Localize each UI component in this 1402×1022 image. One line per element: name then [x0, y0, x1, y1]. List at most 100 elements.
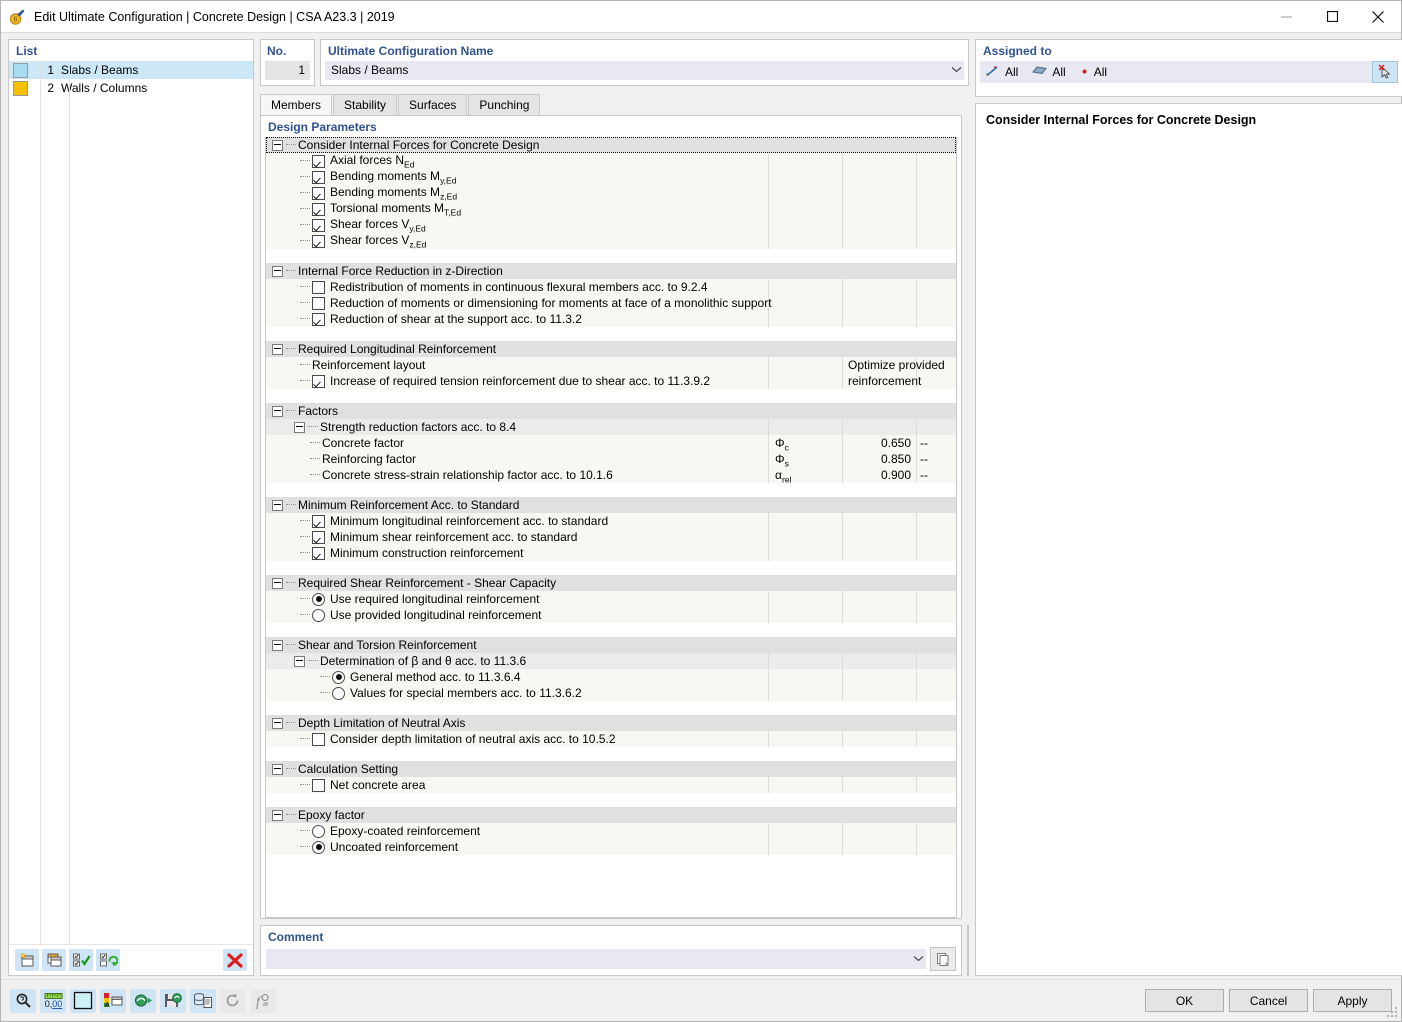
legend-button[interactable]: A	[100, 988, 126, 1013]
radio-button[interactable]	[312, 608, 325, 622]
checkbox[interactable]	[312, 374, 325, 388]
collapse-icon[interactable]	[272, 405, 283, 417]
checkbox[interactable]	[312, 218, 325, 232]
tree-group-header[interactable]: Internal Force Reduction in z-Direction	[266, 263, 956, 279]
tree-item-value[interactable]: 0.650	[842, 435, 911, 451]
tab-stability[interactable]: Stability	[333, 94, 398, 115]
ok-button[interactable]: OK	[1145, 989, 1224, 1012]
tree-group-header[interactable]: Required Shear Reinforcement - Shear Cap…	[266, 575, 956, 591]
tree-checkbox-row[interactable]: Consider depth limitation of neutral axi…	[266, 731, 956, 747]
collapse-icon[interactable]	[272, 265, 283, 277]
delete-configuration-button[interactable]	[223, 949, 247, 971]
checkbox[interactable]	[312, 202, 325, 216]
export-button[interactable]	[160, 988, 186, 1013]
minimize-button[interactable]	[1263, 1, 1309, 32]
tree-group-header[interactable]: Depth Limitation of Neutral Axis	[266, 715, 956, 731]
tree-radio-row[interactable]: Epoxy-coated reinforcement	[266, 823, 956, 839]
assigned-to-pick-button[interactable]	[1372, 61, 1398, 83]
tree-radio-row[interactable]: Use provided longitudinal reinforcement	[266, 607, 956, 623]
radio-button[interactable]	[332, 670, 345, 684]
tree-radio-row[interactable]: Use required longitudinal reinforcement	[266, 591, 956, 607]
tree-group-header[interactable]: Factors	[266, 403, 956, 419]
color-button[interactable]	[70, 988, 96, 1013]
new-configuration-button[interactable]	[15, 949, 39, 971]
checkbox[interactable]	[312, 186, 325, 200]
collapse-icon[interactable]	[294, 421, 305, 433]
tree-radio-row[interactable]: Uncoated reinforcement	[266, 839, 956, 855]
checkbox[interactable]	[312, 546, 325, 560]
tree-item-value[interactable]: 0.900	[842, 467, 911, 483]
tree-checkbox-row[interactable]: Minimum longitudinal reinforcement acc. …	[266, 513, 956, 529]
resize-grip[interactable]	[1386, 1006, 1398, 1018]
maximize-button[interactable]	[1309, 1, 1355, 32]
zoom-search-button[interactable]	[10, 988, 36, 1013]
list-item[interactable]: 1 Slabs / Beams	[9, 61, 253, 79]
tree-checkbox-row[interactable]: Minimum construction reinforcement	[266, 545, 956, 561]
collapse-icon[interactable]	[272, 717, 283, 729]
database-button[interactable]	[190, 988, 216, 1013]
chevron-down-icon[interactable]	[948, 61, 964, 80]
tree-value-row[interactable]: Concrete factor Φc 0.650 --	[266, 435, 956, 452]
tab-members[interactable]: Members	[260, 94, 333, 115]
comment-input[interactable]	[266, 949, 926, 969]
tree-value-row[interactable]: Reinforcing factor Φs 0.850 --	[266, 451, 956, 468]
collapse-icon[interactable]	[272, 139, 283, 151]
design-parameters-tree[interactable]: Consider Internal Forces for Concrete De…	[265, 137, 957, 918]
configuration-list[interactable]: 1 Slabs / Beams 2 Walls / Columns	[9, 61, 253, 944]
collapse-icon[interactable]	[272, 343, 283, 355]
tree-checkbox-row[interactable]: Reduction of shear at the support acc. t…	[266, 311, 956, 327]
tree-text-row[interactable]: Reinforcement layout Optimize provided re…	[266, 357, 956, 388]
checkbox[interactable]	[312, 778, 325, 792]
checkbox[interactable]	[312, 514, 325, 528]
configuration-name-input[interactable]: Slabs / Beams	[325, 61, 964, 80]
copy-configuration-button[interactable]	[42, 949, 66, 971]
tree-checkbox-row[interactable]: Net concrete area	[266, 777, 956, 793]
checkbox[interactable]	[312, 530, 325, 544]
collapse-icon[interactable]	[272, 499, 283, 511]
tree-subgroup-header[interactable]: Strength reduction factors acc. to 8.4	[266, 419, 956, 435]
close-button[interactable]	[1355, 1, 1401, 32]
tab-surfaces[interactable]: Surfaces	[398, 94, 468, 115]
checkbox[interactable]	[312, 234, 325, 248]
tree-checkbox-row[interactable]: Shear forces Vy,Ed	[266, 217, 956, 233]
tree-group-header[interactable]: Shear and Torsion Reinforcement	[266, 637, 956, 653]
collapse-icon[interactable]	[294, 655, 305, 667]
collapse-icon[interactable]	[272, 809, 283, 821]
tree-radio-row[interactable]: Values for special members acc. to 11.3.…	[266, 685, 956, 701]
radio-button[interactable]	[332, 686, 345, 700]
import-button[interactable]	[130, 988, 156, 1013]
units-button[interactable]: 0,00	[40, 988, 66, 1013]
tree-checkbox-row[interactable]: Bending moments My,Ed	[266, 169, 956, 185]
tree-checkbox-row[interactable]: Torsional moments MT,Ed	[266, 201, 956, 217]
tab-punching[interactable]: Punching	[468, 94, 541, 115]
tree-subgroup-header[interactable]: Determination of β and θ acc. to 11.3.6	[266, 653, 956, 669]
select-all-button[interactable]	[69, 949, 93, 971]
checkbox[interactable]	[312, 312, 325, 326]
collapse-icon[interactable]	[272, 763, 283, 775]
checkbox[interactable]	[312, 732, 325, 746]
invert-selection-button[interactable]	[96, 949, 120, 971]
checkbox[interactable]	[312, 280, 325, 294]
tree-group-header[interactable]: Epoxy factor	[266, 807, 956, 823]
checkbox[interactable]	[312, 170, 325, 184]
collapse-icon[interactable]	[272, 639, 283, 651]
comment-chevron-down-icon[interactable]	[910, 954, 926, 965]
radio-button[interactable]	[312, 592, 325, 606]
checkbox[interactable]	[312, 154, 325, 168]
tree-radio-row[interactable]: General method acc. to 11.3.6.4	[266, 669, 956, 685]
comment-copy-button[interactable]	[930, 947, 956, 971]
tree-group-header[interactable]: Calculation Setting	[266, 761, 956, 777]
tree-item-value[interactable]: 0.850	[842, 451, 911, 467]
checkbox[interactable]	[312, 296, 325, 310]
cancel-button[interactable]: Cancel	[1229, 989, 1308, 1012]
radio-button[interactable]	[312, 824, 325, 838]
apply-button[interactable]: Apply	[1313, 989, 1392, 1012]
list-item[interactable]: 2 Walls / Columns	[9, 79, 253, 97]
tree-checkbox-row[interactable]: Bending moments Mz,Ed	[266, 185, 956, 201]
tree-group-header[interactable]: Minimum Reinforcement Acc. to Standard	[266, 497, 956, 513]
tree-group-header[interactable]: Required Longitudinal Reinforcement	[266, 341, 956, 357]
tree-checkbox-row[interactable]: Minimum shear reinforcement acc. to stan…	[266, 529, 956, 545]
tree-checkbox-row[interactable]: Shear forces Vz,Ed	[266, 233, 956, 249]
tree-value-row[interactable]: Concrete stress-strain relationship fact…	[266, 467, 956, 484]
tree-checkbox-row[interactable]: Redistribution of moments in continuous …	[266, 279, 956, 295]
